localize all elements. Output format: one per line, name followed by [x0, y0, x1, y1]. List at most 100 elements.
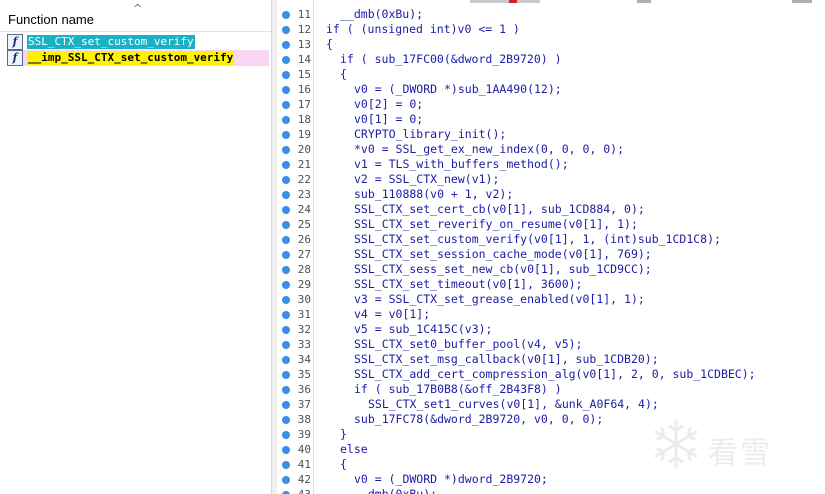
code-line[interactable]: 23 sub_110888(v0 + 1, v2);: [277, 187, 825, 202]
code-line[interactable]: 11 __dmb(0xBu);: [277, 7, 825, 22]
code-text[interactable]: v1 = TLS_with_buffers_method();: [354, 157, 569, 172]
code-line[interactable]: 12 if ( (unsigned int)v0 <= 1 ): [277, 22, 825, 37]
code-line[interactable]: 43 __dmb(0xBu);: [277, 487, 825, 494]
code-text[interactable]: SSL_CTX_set0_buffer_pool(v4, v5);: [354, 337, 582, 352]
code-line[interactable]: 25 SSL_CTX_set_reverify_on_resume(v0[1], …: [277, 217, 825, 232]
code-text[interactable]: {: [340, 67, 347, 82]
code-text[interactable]: SSL_CTX_set1_curves(v0[1], &unk_A0F64, 4…: [368, 397, 659, 412]
breakpoint-dot-icon[interactable]: [282, 266, 290, 274]
code-text[interactable]: if ( sub_17FC00(&dword_2B9720) ): [340, 52, 562, 67]
code-line[interactable]: 35 SSL_CTX_add_cert_compression_alg(v0[1]…: [277, 367, 825, 382]
code-text[interactable]: v4 = v0[1];: [354, 307, 430, 322]
code-text[interactable]: sub_110888(v0 + 1, v2);: [354, 187, 513, 202]
sort-ascending-icon[interactable]: ^: [133, 2, 142, 15]
code-text[interactable]: v0 = (_DWORD *)dword_2B9720;: [354, 472, 548, 487]
breakpoint-dot-icon[interactable]: [282, 236, 290, 244]
code-line[interactable]: 30 v3 = SSL_CTX_set_grease_enabled(v0[1],…: [277, 292, 825, 307]
tab-close-icon[interactable]: [509, 0, 517, 3]
breakpoint-dot-icon[interactable]: [282, 26, 290, 34]
code-line[interactable]: 16 v0 = (_DWORD *)sub_1AA490(12);: [277, 82, 825, 97]
code-text[interactable]: __dmb(0xBu);: [340, 7, 423, 22]
code-line[interactable]: 36 if ( sub_17B0B8(&off_2B43F8) ): [277, 382, 825, 397]
breakpoint-dot-icon[interactable]: [282, 476, 290, 484]
breakpoint-dot-icon[interactable]: [282, 341, 290, 349]
code-line[interactable]: 34 SSL_CTX_set_msg_callback(v0[1], sub_1C…: [277, 352, 825, 367]
breakpoint-dot-icon[interactable]: [282, 41, 290, 49]
breakpoint-dot-icon[interactable]: [282, 326, 290, 334]
breakpoint-dot-icon[interactable]: [282, 446, 290, 454]
breakpoint-dot-icon[interactable]: [282, 71, 290, 79]
breakpoint-dot-icon[interactable]: [282, 311, 290, 319]
breakpoint-dot-icon[interactable]: [282, 131, 290, 139]
code-line[interactable]: 18 v0[1] = 0;: [277, 112, 825, 127]
breakpoint-dot-icon[interactable]: [282, 401, 290, 409]
code-text[interactable]: v3 = SSL_CTX_set_grease_enabled(v0[1], 1…: [354, 292, 645, 307]
breakpoint-dot-icon[interactable]: [282, 161, 290, 169]
code-line[interactable]: 31 v4 = v0[1];: [277, 307, 825, 322]
code-line[interactable]: 24 SSL_CTX_set_cert_cb(v0[1], sub_1CD884,…: [277, 202, 825, 217]
breakpoint-dot-icon[interactable]: [282, 296, 290, 304]
breakpoint-dot-icon[interactable]: [282, 386, 290, 394]
code-text[interactable]: {: [340, 457, 347, 472]
code-line[interactable]: 20 *v0 = SSL_get_ex_new_index(0, 0, 0, 0)…: [277, 142, 825, 157]
code-text[interactable]: {: [326, 37, 333, 52]
code-text[interactable]: __dmb(0xBu);: [354, 487, 437, 494]
breakpoint-dot-icon[interactable]: [282, 101, 290, 109]
code-text[interactable]: if ( (unsigned int)v0 <= 1 ): [326, 22, 520, 37]
breakpoint-dot-icon[interactable]: [282, 356, 290, 364]
code-line[interactable]: 29 SSL_CTX_set_timeout(v0[1], 3600);: [277, 277, 825, 292]
code-text[interactable]: SSL_CTX_set_session_cache_mode(v0[1], 76…: [354, 247, 652, 262]
breakpoint-dot-icon[interactable]: [282, 431, 290, 439]
code-line[interactable]: 13 {: [277, 37, 825, 52]
code-line[interactable]: 27 SSL_CTX_set_session_cache_mode(v0[1], …: [277, 247, 825, 262]
code-line[interactable]: 28 SSL_CTX_sess_set_new_cb(v0[1], sub_1CD…: [277, 262, 825, 277]
code-text[interactable]: *v0 = SSL_get_ex_new_index(0, 0, 0, 0);: [354, 142, 624, 157]
function-list-item[interactable]: f __imp_SSL_CTX_set_custom_verify: [7, 50, 269, 66]
breakpoint-dot-icon[interactable]: [282, 176, 290, 184]
function-list-item[interactable]: f SSL_CTX_set_custom_verify: [7, 34, 269, 50]
code-line[interactable]: 22 v2 = SSL_CTX_new(v1);: [277, 172, 825, 187]
tab-indicator[interactable]: [792, 0, 812, 3]
functions-header[interactable]: Function name ^: [0, 0, 271, 32]
code-text[interactable]: v5 = sub_1C415C(v3);: [354, 322, 492, 337]
code-line[interactable]: 14 if ( sub_17FC00(&dword_2B9720) ): [277, 52, 825, 67]
breakpoint-dot-icon[interactable]: [282, 191, 290, 199]
tab-indicator[interactable]: [470, 0, 540, 3]
code-line[interactable]: 19 CRYPTO_library_init();: [277, 127, 825, 142]
breakpoint-dot-icon[interactable]: [282, 116, 290, 124]
code-text[interactable]: SSL_CTX_sess_set_new_cb(v0[1], sub_1CD9C…: [354, 262, 652, 277]
code-text[interactable]: SSL_CTX_set_msg_callback(v0[1], sub_1CDB…: [354, 352, 659, 367]
code-text[interactable]: SSL_CTX_set_reverify_on_resume(v0[1], 1)…: [354, 217, 638, 232]
code-line[interactable]: 37 SSL_CTX_set1_curves(v0[1], &unk_A0F64,…: [277, 397, 825, 412]
column-header-function-name[interactable]: Function name: [8, 12, 94, 27]
code-text[interactable]: else: [340, 442, 368, 457]
code-line[interactable]: 17 v0[2] = 0;: [277, 97, 825, 112]
code-line[interactable]: 33 SSL_CTX_set0_buffer_pool(v4, v5);: [277, 337, 825, 352]
code-text[interactable]: v0[2] = 0;: [354, 97, 423, 112]
breakpoint-dot-icon[interactable]: [282, 281, 290, 289]
function-name[interactable]: __imp_SSL_CTX_set_custom_verify: [27, 51, 235, 65]
breakpoint-dot-icon[interactable]: [282, 221, 290, 229]
breakpoint-dot-icon[interactable]: [282, 371, 290, 379]
code-text[interactable]: CRYPTO_library_init();: [354, 127, 506, 142]
function-name[interactable]: SSL_CTX_set_custom_verify: [27, 35, 195, 49]
breakpoint-dot-icon[interactable]: [282, 251, 290, 259]
breakpoint-dot-icon[interactable]: [282, 461, 290, 469]
breakpoint-dot-icon[interactable]: [282, 146, 290, 154]
code-line[interactable]: 26 SSL_CTX_set_custom_verify(v0[1], 1, (i…: [277, 232, 825, 247]
code-text[interactable]: v0 = (_DWORD *)sub_1AA490(12);: [354, 82, 562, 97]
code-line[interactable]: 42 v0 = (_DWORD *)dword_2B9720;: [277, 472, 825, 487]
code-line[interactable]: 15 {: [277, 67, 825, 82]
breakpoint-dot-icon[interactable]: [282, 206, 290, 214]
code-text[interactable]: SSL_CTX_set_cert_cb(v0[1], sub_1CD884, 0…: [354, 202, 645, 217]
code-text[interactable]: sub_17FC78(&dword_2B9720, v0, 0, 0);: [354, 412, 603, 427]
code-line[interactable]: 21 v1 = TLS_with_buffers_method();: [277, 157, 825, 172]
code-text[interactable]: v2 = SSL_CTX_new(v1);: [354, 172, 499, 187]
breakpoint-dot-icon[interactable]: [282, 86, 290, 94]
code-text[interactable]: if ( sub_17B0B8(&off_2B43F8) ): [354, 382, 562, 397]
breakpoint-dot-icon[interactable]: [282, 56, 290, 64]
code-line[interactable]: 32 v5 = sub_1C415C(v3);: [277, 322, 825, 337]
breakpoint-dot-icon[interactable]: [282, 416, 290, 424]
code-text[interactable]: SSL_CTX_set_custom_verify(v0[1], 1, (int…: [354, 232, 721, 247]
code-text[interactable]: }: [340, 427, 347, 442]
